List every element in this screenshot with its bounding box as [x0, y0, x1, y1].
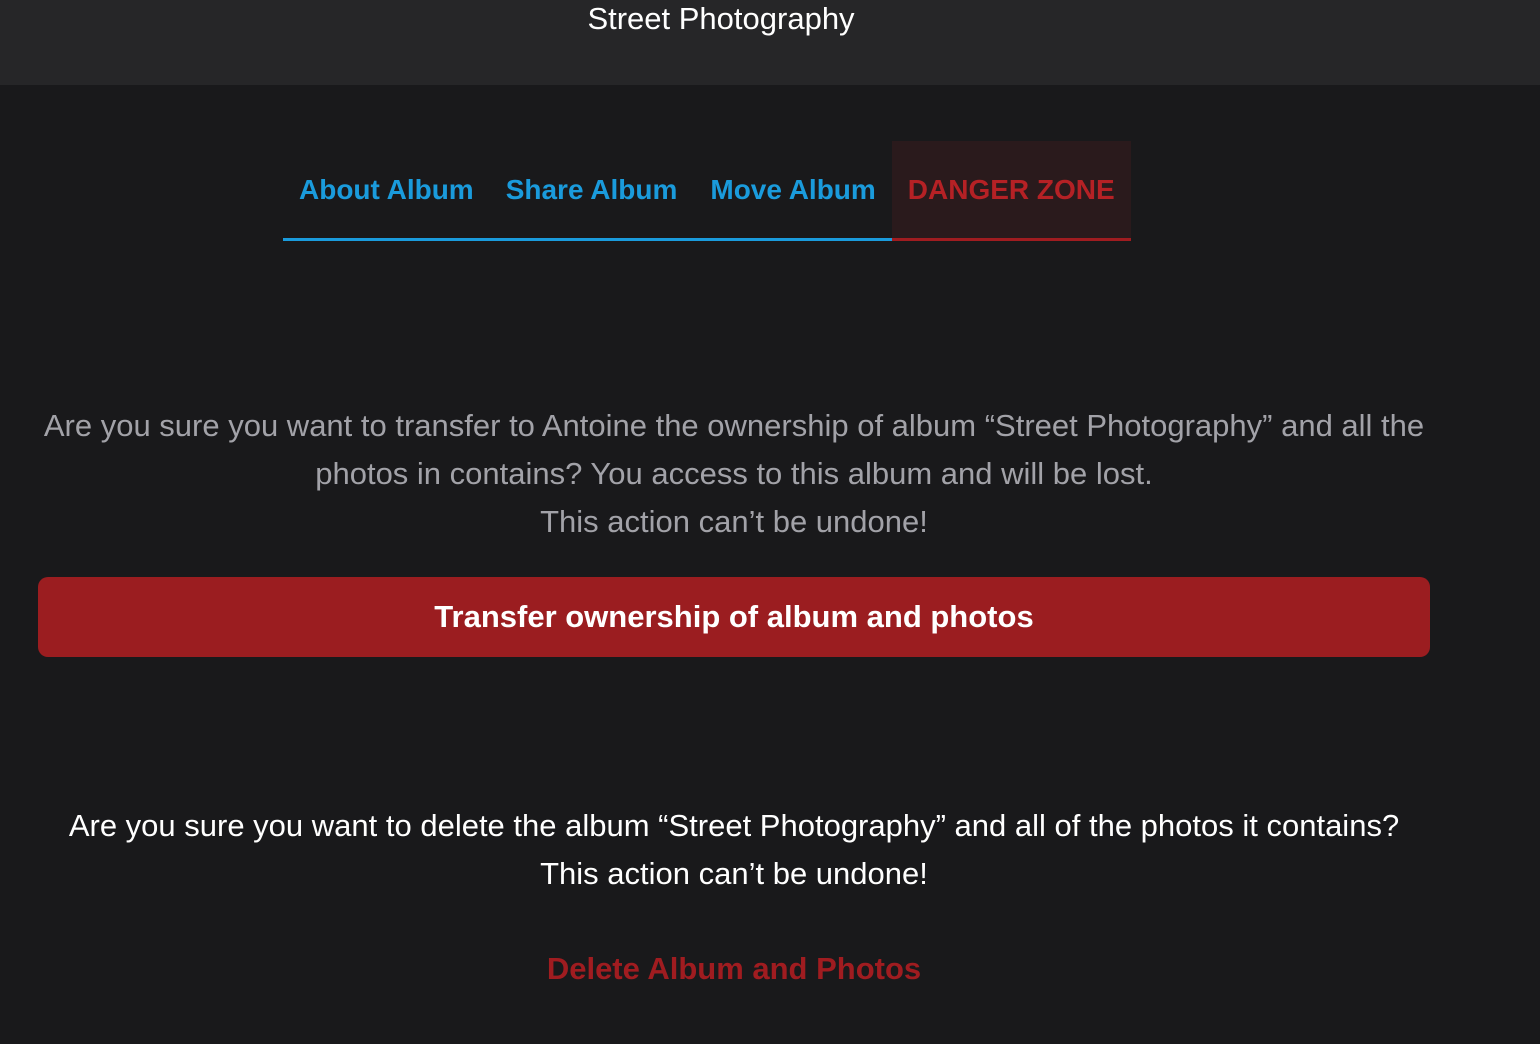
tab-danger-zone-label: DANGER ZONE — [907, 173, 1115, 205]
transfer-warning: This action can’t be undone! — [540, 504, 928, 539]
transfer-question: Are you sure you want to transfer to Ant… — [43, 408, 1425, 491]
header-bar: Street Photography — [0, 0, 1540, 85]
transfer-confirmation-text: Are you sure you want to transfer to Ant… — [38, 402, 1430, 546]
tab-move-album[interactable]: Move Album — [693, 141, 892, 241]
delete-warning: This action can’t be undone! — [540, 856, 928, 891]
tab-about-album[interactable]: About Album — [283, 141, 490, 241]
album-settings-tabs: About Album Share Album Move Album DANGE… — [283, 141, 1131, 241]
tab-danger-zone[interactable]: DANGER ZONE — [891, 141, 1131, 241]
delete-confirmation-text: Are you sure you want to delete the albu… — [38, 802, 1430, 898]
tab-share-album-label: Share Album — [505, 173, 678, 205]
delete-question: Are you sure you want to delete the albu… — [68, 808, 1400, 843]
transfer-ownership-button-label: Transfer ownership of album and photos — [434, 599, 1034, 634]
transfer-ownership-button[interactable]: Transfer ownership of album and photos — [38, 577, 1430, 657]
delete-album-button[interactable]: Delete Album and Photos — [38, 946, 1430, 992]
page-title: Street Photography — [587, 1, 855, 36]
tab-share-album[interactable]: Share Album — [489, 141, 694, 241]
delete-album-button-label: Delete Album and Photos — [546, 951, 922, 986]
tab-move-album-label: Move Album — [710, 173, 876, 205]
tab-about-album-label: About Album — [299, 173, 474, 205]
